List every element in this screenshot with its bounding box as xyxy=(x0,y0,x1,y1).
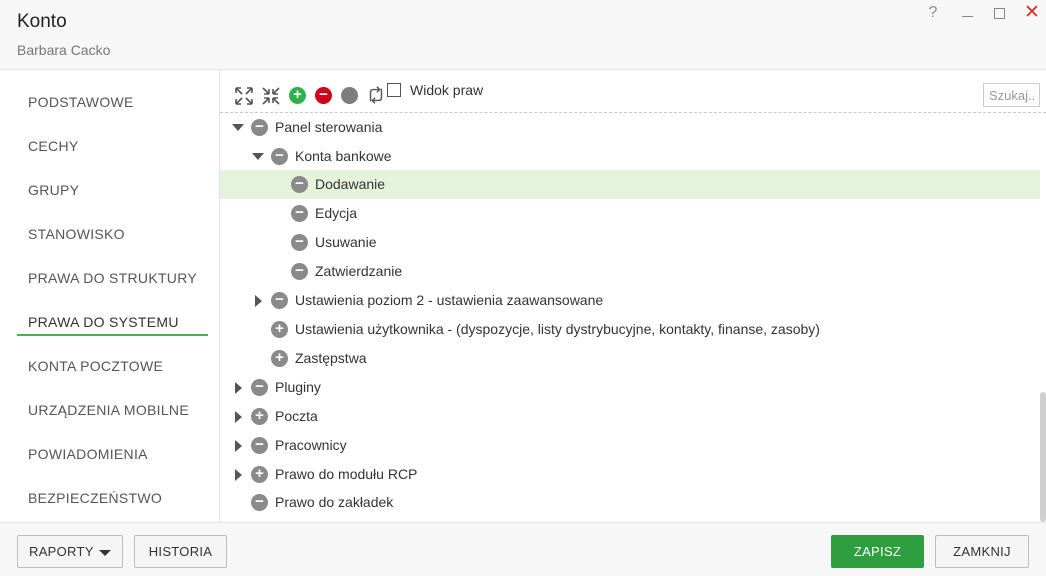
minus-icon[interactable]: − xyxy=(251,437,268,454)
view-rights-checkbox[interactable] xyxy=(387,83,401,97)
sidebar-item-urzadzenia-mobilne[interactable]: URZĄDZENIA MOBILNE xyxy=(28,402,189,418)
caret-down-icon[interactable] xyxy=(232,124,244,131)
reports-label: RAPORTY xyxy=(29,544,94,559)
tree-row[interactable]: − Pracownicy xyxy=(220,431,1040,460)
tree-row-selected[interactable]: − Dodawanie xyxy=(220,170,1040,199)
tree-node-label: Prawo do zakładek xyxy=(275,494,394,510)
chevron-down-icon xyxy=(99,550,111,556)
neutral-all-icon[interactable] xyxy=(341,87,358,104)
tree-toolbar: + − Widok praw xyxy=(220,70,1046,113)
dialog-title: Konto xyxy=(17,11,67,32)
sidebar-item-bezpieczenstwo[interactable]: BEZPIECZEŃSTWO xyxy=(28,490,162,506)
tree-node-label: Edycja xyxy=(315,205,358,221)
tree-row[interactable]: − Panel sterowania xyxy=(220,113,1040,142)
active-tab-indicator xyxy=(17,334,208,336)
tree-node-label: Zatwierdzanie xyxy=(315,263,403,279)
tree-row[interactable]: + Ustawienia użytkownika - (dyspozycje, … xyxy=(220,315,1040,344)
tree-node-label: Ustawienia poziom 2 - ustawienia zaawans… xyxy=(295,292,604,308)
sidebar-item-stanowisko[interactable]: STANOWISKO xyxy=(28,226,125,242)
tree-row[interactable]: + Prawo do modułu RCP xyxy=(220,460,1040,489)
minus-icon[interactable]: − xyxy=(291,234,308,251)
dialog-footer: RAPORTY HISTORIA ZAPISZ ZAMKNIJ xyxy=(0,522,1046,576)
tree-row[interactable]: − Ustawienia poziom 2 - ustawienia zaawa… xyxy=(220,286,1040,315)
history-button[interactable]: HISTORIA xyxy=(134,535,227,568)
tree-node-label: Poczta xyxy=(275,408,318,424)
collapse-arrows-icon[interactable] xyxy=(261,86,281,106)
caret-right-icon[interactable] xyxy=(235,440,242,452)
tree-scrollbar[interactable] xyxy=(1040,392,1046,522)
close-button[interactable]: ZAMKNIJ xyxy=(935,535,1029,568)
tree-node-label: Panel sterowania xyxy=(275,119,383,135)
caret-right-icon[interactable] xyxy=(235,469,242,481)
caret-right-icon[interactable] xyxy=(255,295,262,307)
tree-node-label: Usuwanie xyxy=(315,234,377,250)
minus-icon[interactable]: − xyxy=(271,148,288,165)
search-input[interactable] xyxy=(983,83,1040,107)
caret-right-icon[interactable] xyxy=(235,411,242,423)
sidebar-item-powiadomienia[interactable]: POWIADOMIENIA xyxy=(28,446,148,462)
tree-row[interactable]: − Prawo do zakładek xyxy=(220,488,1040,517)
close-icon[interactable]: ✕ xyxy=(1021,3,1043,25)
tree-row[interactable]: − Usuwanie xyxy=(220,228,1040,257)
sidebar: PODSTAWOWE CECHY GRUPY STANOWISKO PRAWA … xyxy=(0,70,220,522)
tree-node-label: Prawo do modułu RCP xyxy=(275,466,418,482)
maximize-icon[interactable] xyxy=(988,3,1010,25)
sidebar-item-cechy[interactable]: CECHY xyxy=(28,138,79,154)
tree-node-label: Dodawanie xyxy=(315,176,386,192)
help-icon[interactable]: ? xyxy=(922,3,944,25)
minimize-icon[interactable] xyxy=(956,3,978,25)
expand-arrows-icon[interactable] xyxy=(234,86,254,106)
dialog-subtitle: Barbara Cacko xyxy=(17,42,111,58)
plus-icon[interactable]: + xyxy=(271,321,288,338)
tree-row[interactable]: + Poczta xyxy=(220,402,1040,431)
tree-node-label: Pracownicy xyxy=(275,437,347,453)
minus-icon[interactable]: − xyxy=(251,119,268,136)
tree-row[interactable]: − Zatwierdzanie xyxy=(220,257,1040,286)
tree-row[interactable]: − Edycja xyxy=(220,199,1040,228)
plus-icon[interactable]: + xyxy=(251,466,268,483)
sidebar-item-konta-pocztowe[interactable]: KONTA POCZTOWE xyxy=(28,358,163,374)
minus-icon[interactable]: − xyxy=(251,494,268,511)
minus-icon[interactable]: − xyxy=(291,176,308,193)
revoke-all-icon[interactable]: − xyxy=(315,87,332,104)
permissions-panel: + − Widok praw − Panel sterowania − Kont… xyxy=(220,70,1046,522)
dialog-header: Konto Barbara Cacko ? ✕ xyxy=(0,0,1046,70)
tree-row[interactable]: − Pluginy xyxy=(220,373,1040,402)
tree-row[interactable]: − Konta bankowe xyxy=(220,142,1040,171)
sidebar-item-podstawowe[interactable]: PODSTAWOWE xyxy=(28,94,134,110)
sidebar-item-prawa-do-struktury[interactable]: PRAWA DO STRUKTURY xyxy=(28,270,197,286)
plus-icon[interactable]: + xyxy=(271,350,288,367)
minus-icon[interactable]: − xyxy=(251,379,268,396)
refresh-icon[interactable] xyxy=(366,85,386,105)
caret-down-icon[interactable] xyxy=(252,153,264,160)
tree-node-label: Konta bankowe xyxy=(295,148,392,164)
plus-icon[interactable]: + xyxy=(251,408,268,425)
reports-dropdown-button[interactable]: RAPORTY xyxy=(17,535,123,568)
tree-node-label: Zastępstwa xyxy=(295,350,367,366)
minus-icon[interactable]: − xyxy=(271,292,288,309)
tree-node-label: Pluginy xyxy=(275,379,321,395)
caret-right-icon[interactable] xyxy=(235,382,242,394)
save-button[interactable]: ZAPISZ xyxy=(831,535,924,568)
sidebar-item-prawa-do-systemu[interactable]: PRAWA DO SYSTEMU xyxy=(28,314,179,330)
sidebar-item-grupy[interactable]: GRUPY xyxy=(28,182,79,198)
tree-row[interactable]: + Zastępstwa xyxy=(220,344,1040,373)
minus-icon[interactable]: − xyxy=(291,263,308,280)
view-rights-label: Widok praw xyxy=(410,82,484,98)
tree-node-label: Ustawienia użytkownika - (dyspozycje, li… xyxy=(295,321,820,337)
grant-all-icon[interactable]: + xyxy=(289,87,306,104)
minus-icon[interactable]: − xyxy=(291,205,308,222)
